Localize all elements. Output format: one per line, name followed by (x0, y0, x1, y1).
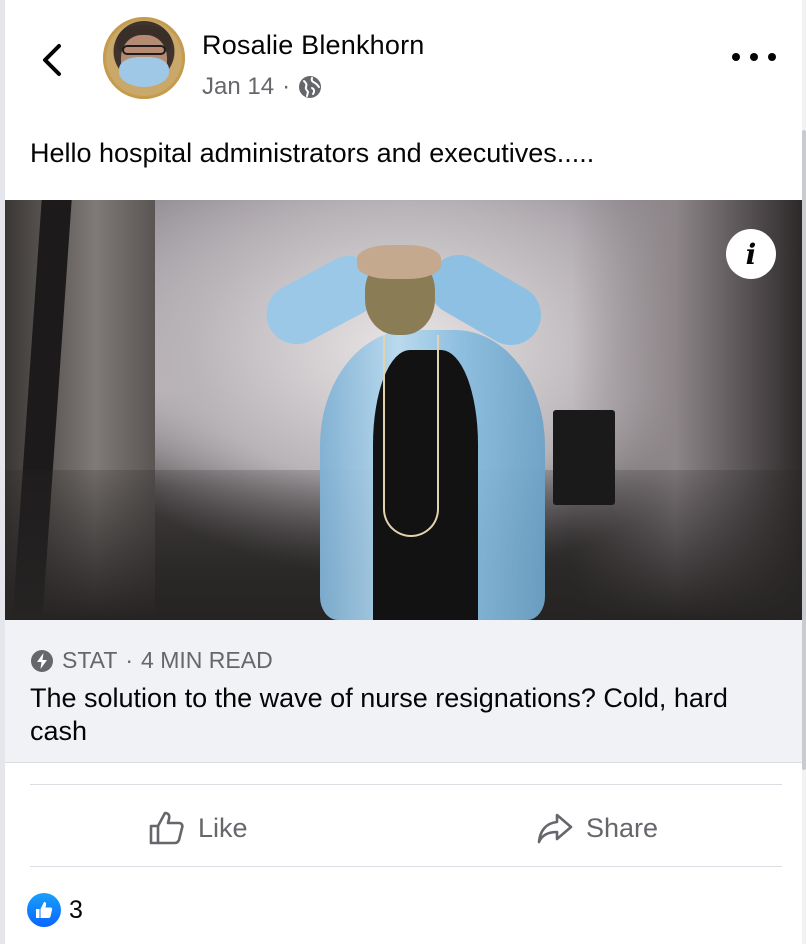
link-card[interactable]: STAT · 4 MIN READ The solution to the wa… (5, 620, 802, 763)
meta-separator: · (282, 73, 291, 100)
back-button[interactable] (34, 40, 70, 80)
thumbs-up-icon (149, 811, 184, 845)
reaction-count: 3 (69, 895, 83, 924)
link-source: STAT (62, 647, 118, 673)
link-source-separator: · (125, 647, 134, 673)
info-icon[interactable]: i (726, 229, 776, 279)
post-date[interactable]: Jan 14 (202, 73, 274, 101)
share-button[interactable]: Share (536, 806, 658, 850)
lightning-bolt-icon (31, 649, 53, 672)
share-label: Share (586, 812, 659, 843)
globe-icon (299, 76, 322, 98)
reactions-summary[interactable]: 3 (27, 893, 83, 927)
like-label: Like (198, 812, 248, 843)
post-meta: Jan 14 · (202, 73, 322, 101)
divider (30, 866, 782, 867)
post-text: Hello hospital administrators and execut… (30, 138, 595, 168)
link-source-row: STAT · 4 MIN READ (30, 647, 273, 674)
like-button[interactable]: Like (148, 806, 248, 850)
more-options-icon[interactable] (732, 46, 776, 68)
like-reaction-icon (27, 893, 61, 927)
link-title[interactable]: The solution to the wave of nurse resign… (30, 682, 775, 748)
link-read-time: 4 MIN READ (141, 647, 273, 673)
scrollbar-thumb[interactable] (802, 130, 806, 770)
share-arrow-icon (537, 813, 573, 844)
author-name[interactable]: Rosalie Blenkhorn (202, 30, 425, 61)
chevron-left-icon (43, 44, 61, 76)
divider (30, 784, 782, 785)
link-preview-image[interactable] (5, 200, 802, 620)
avatar[interactable] (103, 17, 185, 99)
